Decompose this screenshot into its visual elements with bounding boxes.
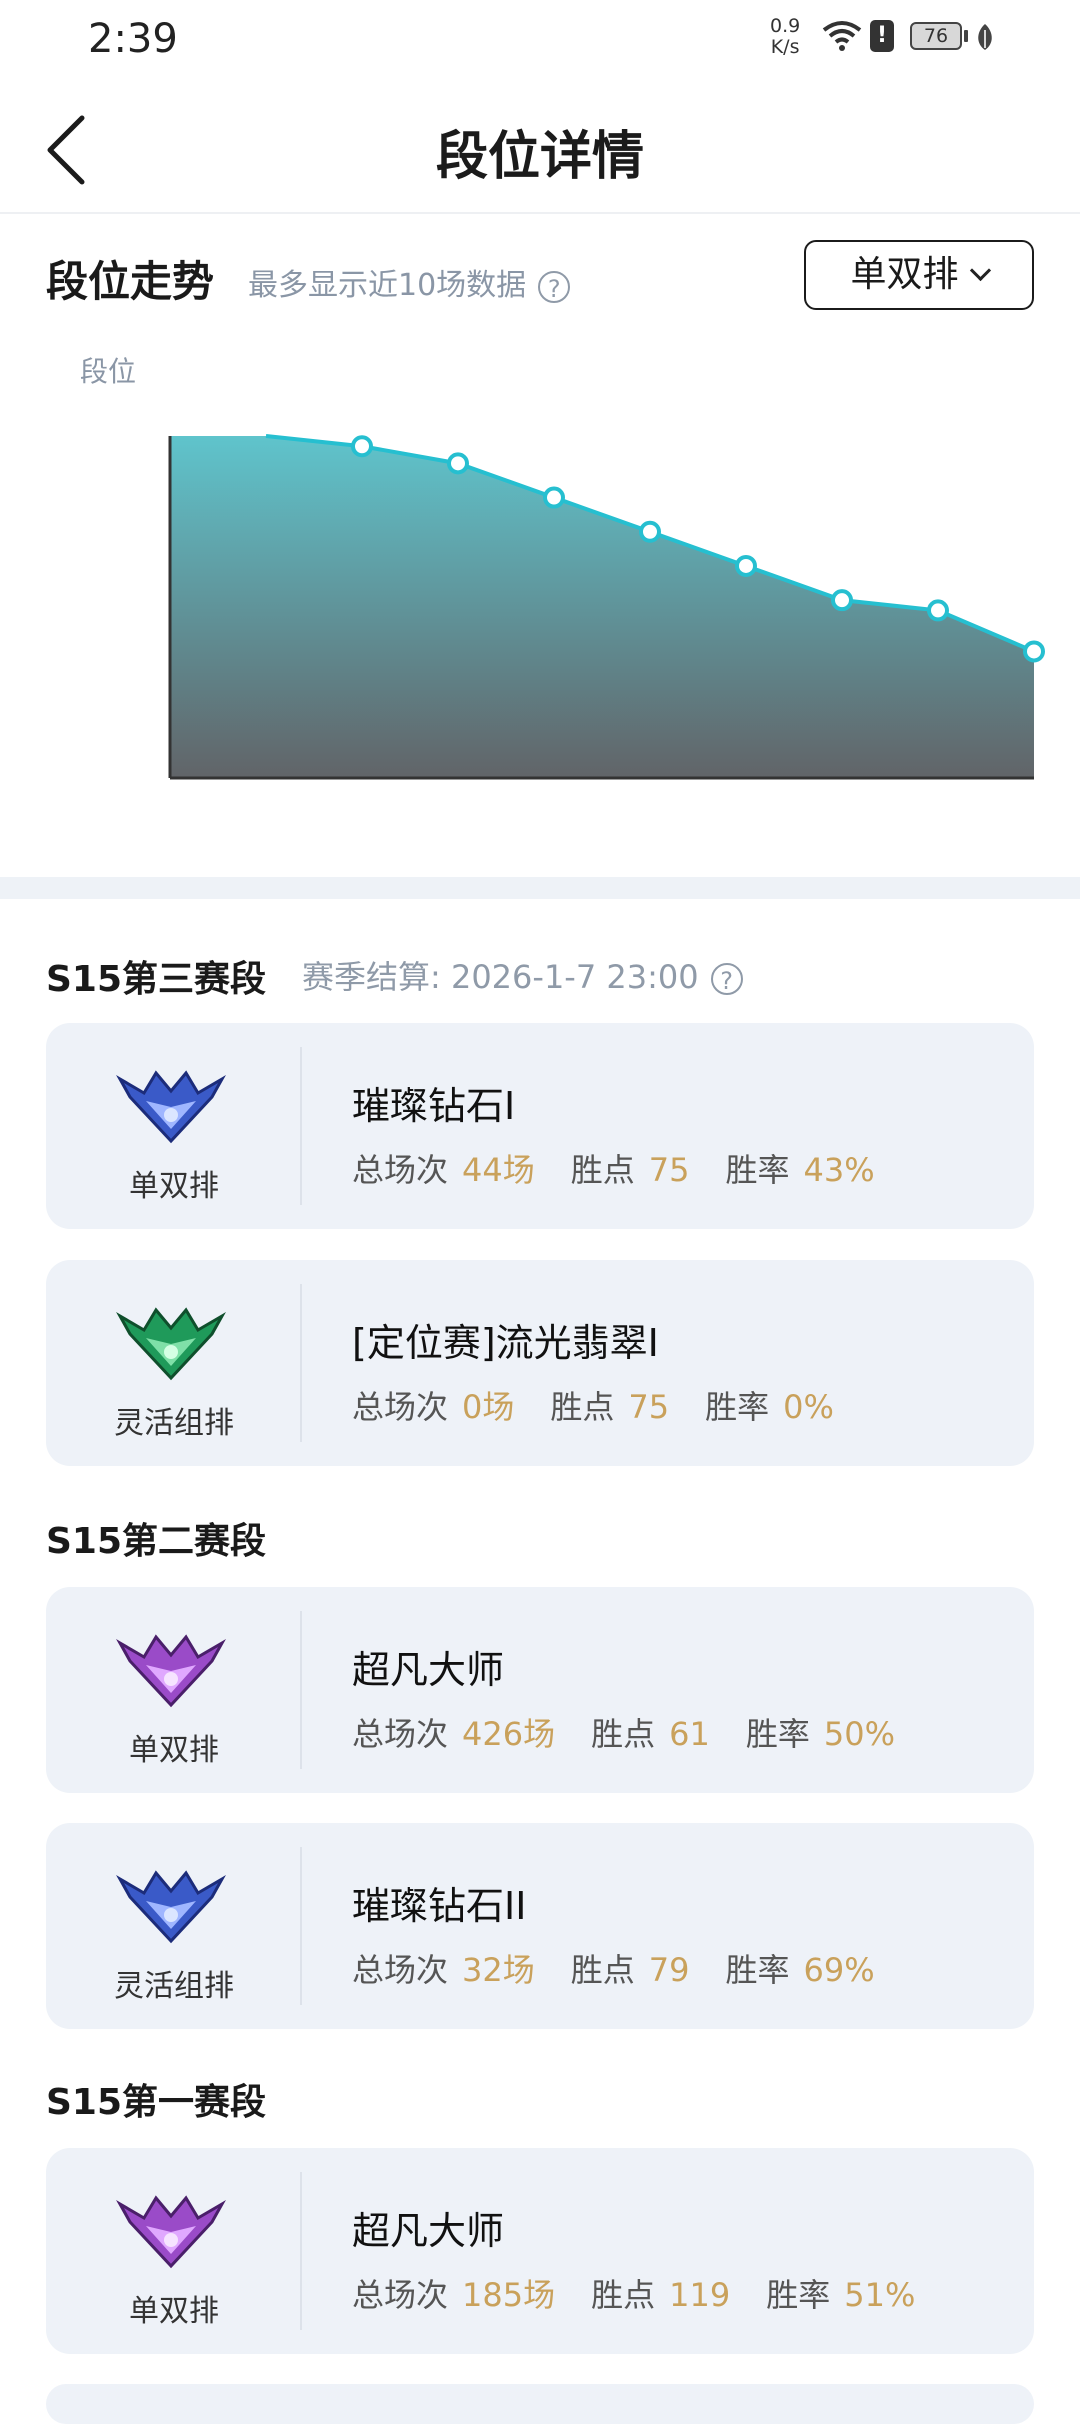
help-icon[interactable]: ? (710, 963, 743, 995)
card-divider (300, 2172, 302, 2330)
queue-mode-select[interactable]: 单双排 (804, 240, 1034, 310)
games-value: 44场 (462, 1151, 535, 1189)
lp-value: 75 (628, 1388, 670, 1426)
winrate-value: 51% (844, 2276, 916, 2314)
rank-card[interactable]: 单双排 璀璨钻石I 总场次 44场 胜点 75 胜率 43% (46, 1023, 1034, 1229)
games-label: 总场次 (352, 1951, 449, 1989)
chart-point (927, 599, 949, 622)
chevron-down-icon (969, 259, 991, 282)
lp-label: 胜点 (591, 1715, 656, 1753)
rank-card[interactable]: 单双排 超凡大师 总场次 185场 胜点 119 胜率 51% (46, 2148, 1034, 2354)
queue-label: 灵活组排 (114, 1969, 234, 2004)
wifi-icon (822, 21, 862, 51)
leaf-icon (978, 24, 992, 50)
rank-name: 超凡大师 (352, 2209, 505, 2253)
trend-title: 段位走势 (46, 257, 215, 306)
games-value: 0场 (462, 1388, 515, 1426)
help-icon[interactable]: ? (538, 270, 571, 303)
lp-label: 胜点 (570, 1151, 635, 1189)
rank-name: [定位赛]流光翡翠I (352, 1321, 659, 1365)
queue-mode-label: 单双排 (850, 254, 959, 295)
master-badge-icon (116, 2195, 226, 2269)
diamond-badge-icon (116, 1870, 226, 1944)
rank-name: 超凡大师 (352, 1648, 505, 1692)
chart-point (447, 452, 469, 475)
season-settlement-note: 赛季结算: 2026-1-7 23:00? (302, 952, 743, 998)
lp-label: 胜点 (591, 2276, 656, 2314)
games-value: 185场 (462, 2276, 556, 2314)
games-label: 总场次 (352, 1715, 449, 1753)
rank-trend-header: 段位走势 最多显示近10场数据? 单双排 (46, 240, 1036, 310)
rank-name: 璀璨钻石II (352, 1884, 527, 1928)
winrate-value: 0% (783, 1388, 834, 1426)
network-speed-unit: K/s (770, 36, 800, 58)
queue-label: 单双排 (129, 1169, 219, 1204)
queue-label: 灵活组排 (114, 1406, 234, 1441)
queue-label: 单双排 (129, 1733, 219, 1768)
top-app-bar: 段位详情 (0, 80, 1080, 214)
winrate-label: 胜率 (745, 1715, 810, 1753)
games-label: 总场次 (352, 1151, 449, 1189)
winrate-label: 胜率 (725, 1151, 790, 1189)
rank-card[interactable]: 灵活组排 [定位赛]流光翡翠I 总场次 0场 胜点 75 胜率 0% (46, 1260, 1034, 1466)
rank-stats: 总场次 185场 胜点 119 胜率 51% (352, 2270, 951, 2316)
emerald-badge-icon (116, 1307, 226, 1381)
card-divider (300, 1284, 302, 1442)
rank-name: 璀璨钻石I (352, 1084, 516, 1128)
chart-point (639, 520, 661, 543)
status-bar: 2:39 0.9 K/s ! 76 (0, 0, 1080, 80)
lp-value: 119 (669, 2276, 731, 2314)
rank-card[interactable]: 单双排 超凡大师 总场次 426场 胜点 61 胜率 50% (46, 1587, 1034, 1793)
winrate-value: 69% (803, 1951, 875, 1989)
winrate-label: 胜率 (766, 2276, 831, 2314)
chart-point (831, 589, 853, 612)
rank-stats: 总场次 426场 胜点 61 胜率 50% (352, 1709, 931, 1755)
network-speed-value: 0.9 (770, 15, 801, 37)
rank-stats: 总场次 44场 胜点 75 胜率 43% (352, 1145, 911, 1191)
chart-point (735, 554, 757, 577)
battery-icon: 76 (910, 22, 962, 50)
winrate-label: 胜率 (705, 1388, 770, 1426)
section-divider (0, 877, 1080, 899)
winrate-value: 43% (803, 1151, 875, 1189)
diamond-badge-icon (116, 1070, 226, 1144)
lp-label: 胜点 (570, 1951, 635, 1989)
games-value: 426场 (462, 1715, 556, 1753)
trend-hint: 最多显示近10场数据? (248, 260, 571, 304)
chart-point (1023, 640, 1045, 663)
season-settlement-text: 赛季结算: 2026-1-7 23:00 (302, 958, 699, 996)
network-speed: 0.9 K/s (770, 16, 800, 58)
winrate-value: 50% (823, 1715, 895, 1753)
rank-stats: 总场次 0场 胜点 75 胜率 0% (352, 1382, 870, 1428)
rank-stats: 总场次 32场 胜点 79 胜率 69% (352, 1945, 911, 1991)
lp-label: 胜点 (550, 1388, 615, 1426)
chart-point (543, 486, 565, 509)
season-title: S15第二赛段 (46, 1521, 267, 1562)
games-value: 32场 (462, 1951, 535, 1989)
card-divider (300, 1847, 302, 2005)
season-title: S15第三赛段 (46, 959, 267, 1000)
lp-value: 61 (669, 1715, 710, 1753)
rank-trend-chart (168, 434, 1045, 780)
rank-card[interactable] (46, 2384, 1034, 2424)
alert-icon: ! (870, 20, 894, 52)
games-label: 总场次 (352, 2276, 449, 2314)
season-title: S15第一赛段 (46, 2082, 267, 2123)
winrate-label: 胜率 (725, 1951, 790, 1989)
games-label: 总场次 (352, 1388, 449, 1426)
page-title: 段位详情 (435, 127, 644, 187)
lp-value: 79 (648, 1951, 690, 1989)
trend-hint-text: 最多显示近10场数据 (248, 268, 527, 303)
status-time: 2:39 (88, 16, 178, 62)
rank-card[interactable]: 灵活组排 璀璨钻石II 总场次 32场 胜点 79 胜率 69% (46, 1823, 1034, 2029)
card-divider (300, 1611, 302, 1769)
master-badge-icon (116, 1634, 226, 1708)
lp-value: 75 (648, 1151, 690, 1189)
chart-point (351, 435, 373, 458)
queue-label: 单双排 (129, 2294, 219, 2329)
battery-tip (964, 30, 968, 42)
card-divider (300, 1047, 302, 1205)
